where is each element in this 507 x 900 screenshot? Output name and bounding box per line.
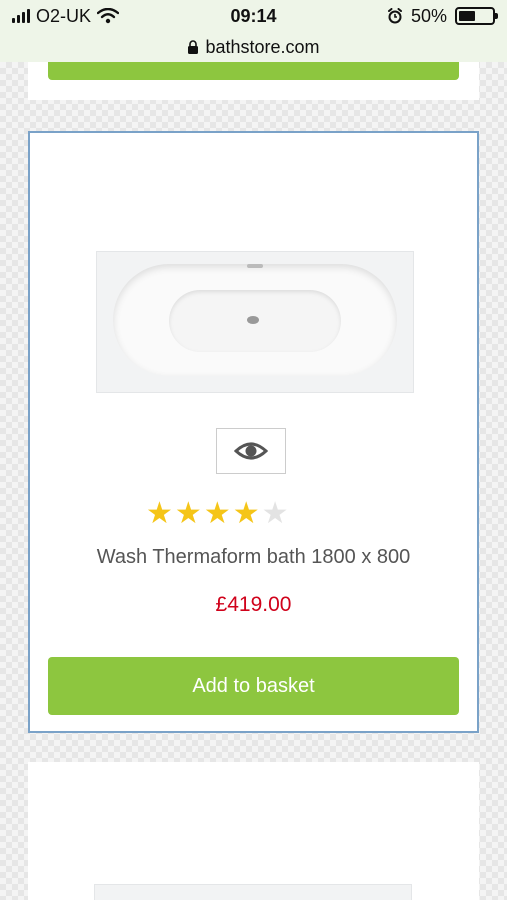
product-card[interactable]: ★ ★ ★ ★ ★ Wash Thermaform bath 1800 x 800 £4… <box>28 131 479 733</box>
battery-percent: 50% <box>410 5 447 26</box>
carrier-name: O2-UK <box>36 5 92 26</box>
product-list[interactable]: ★ ★ ★ ★ ★ Wash Thermaform bath 1800 x 800 £4… <box>0 62 507 900</box>
url-bar[interactable]: bathstore.com <box>0 32 507 62</box>
previous-product-card <box>28 62 479 100</box>
product-title[interactable]: Wash Thermaform bath 1800 x 800 <box>30 546 477 569</box>
battery-fill <box>459 11 475 21</box>
next-product-image[interactable] <box>94 884 412 900</box>
cellular-signal-icon <box>12 9 30 23</box>
star-icon: ★ <box>203 497 231 530</box>
star-icon: ★ <box>232 497 260 530</box>
product-price: £419.00 <box>215 593 292 616</box>
bath-overflow <box>247 264 263 268</box>
next-product-card[interactable] <box>28 762 479 900</box>
battery-icon <box>455 7 498 25</box>
url-domain: bathstore.com <box>205 36 320 57</box>
previous-add-to-basket-button[interactable] <box>48 62 459 80</box>
status-bar: O2-UK 09:14 50% <box>0 0 507 32</box>
status-left: O2-UK <box>12 5 120 27</box>
bath-drain <box>247 316 259 324</box>
star-icon: ★ <box>174 497 202 530</box>
star-icon: ★ <box>261 497 289 530</box>
add-to-basket-button[interactable]: Add to basket <box>48 657 459 715</box>
star-icon: ★ <box>146 497 173 530</box>
lock-icon <box>187 40 199 54</box>
rating-stars: ★ ★ ★ ★ ★ <box>146 499 289 529</box>
wifi-icon <box>97 8 120 24</box>
product-image[interactable] <box>96 251 414 393</box>
quick-view-button[interactable] <box>216 428 286 474</box>
eye-icon <box>234 440 268 462</box>
alarm-clock-icon <box>387 8 403 24</box>
status-right: 50% <box>387 5 498 27</box>
